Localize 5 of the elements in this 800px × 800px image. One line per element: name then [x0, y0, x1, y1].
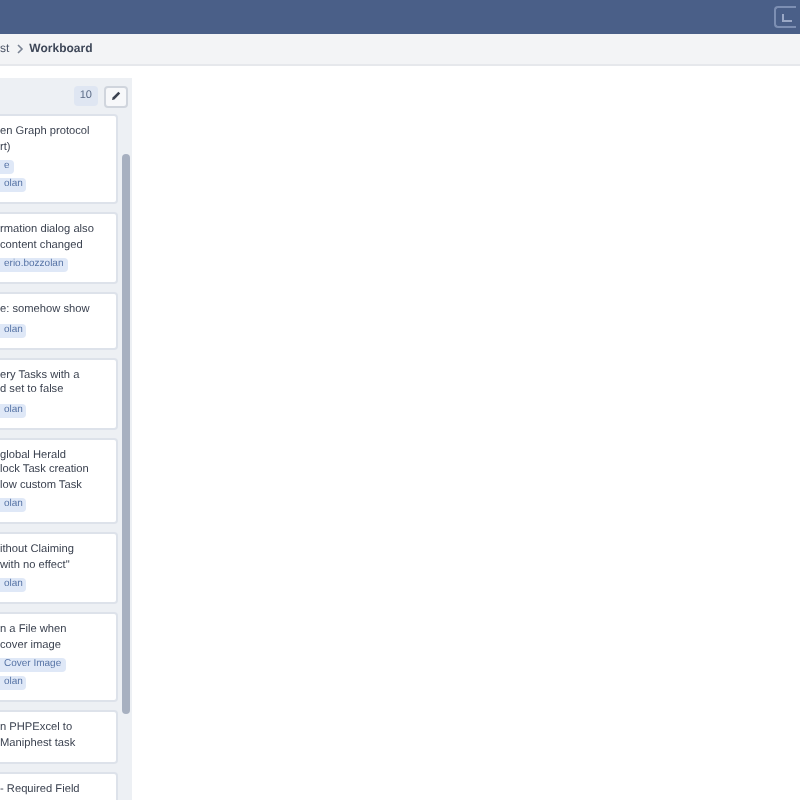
edit-button[interactable]	[104, 85, 128, 107]
chevron-icon	[15, 44, 24, 54]
menu-button[interactable]	[774, 6, 796, 28]
scrollbar-thumb[interactable]	[122, 154, 130, 714]
pencil-icon	[110, 90, 122, 102]
